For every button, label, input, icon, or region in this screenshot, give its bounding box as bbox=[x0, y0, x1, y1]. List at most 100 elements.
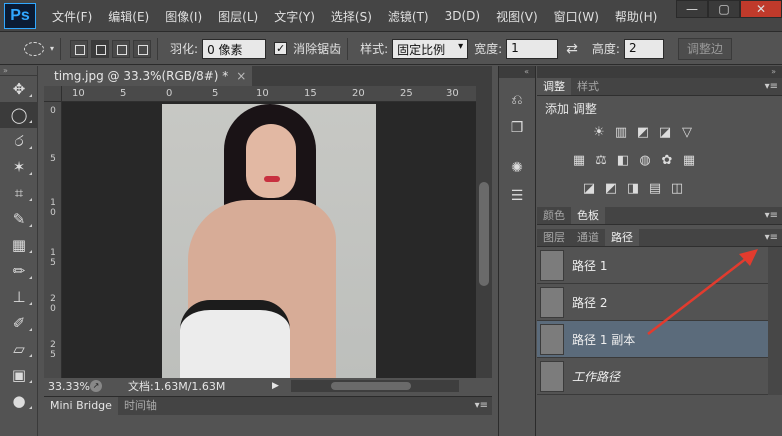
ruler-corner[interactable] bbox=[44, 86, 62, 102]
feather-input[interactable]: 0 像素 bbox=[202, 38, 267, 59]
panel-menu-icon[interactable]: ▾≡ bbox=[765, 210, 778, 221]
menu-filter[interactable]: 滤镜(T) bbox=[380, 8, 437, 25]
dock-grip[interactable]: « bbox=[499, 66, 535, 78]
horizontal-ruler[interactable]: 10 5 0 5 10 15 20 25 30 bbox=[62, 86, 476, 102]
posterize-icon[interactable]: ◩ bbox=[603, 181, 619, 197]
selective-color-icon[interactable]: ▤ bbox=[647, 181, 663, 197]
paths-scrollbar[interactable] bbox=[768, 247, 782, 395]
healing-brush-icon[interactable]: ▦ bbox=[0, 232, 38, 258]
path-item-work-path[interactable]: 工作路径 bbox=[537, 358, 782, 395]
brush-tool-icon[interactable]: ✏ bbox=[0, 258, 38, 284]
gradient-tool-icon[interactable]: ▣ bbox=[0, 362, 38, 388]
toolbox-grip[interactable]: » bbox=[0, 66, 37, 76]
antialias-checkbox[interactable]: ✓ bbox=[274, 42, 288, 55]
scrollbar-thumb[interactable] bbox=[479, 182, 489, 286]
menu-layer[interactable]: 图层(L) bbox=[210, 8, 266, 25]
brush-presets-icon[interactable]: ✺ bbox=[499, 154, 535, 182]
crop-tool-icon[interactable]: ⌗ bbox=[0, 180, 38, 206]
paths-panel-menu-icon[interactable]: ▾≡ bbox=[765, 232, 778, 243]
eyedropper-icon[interactable]: ✎ bbox=[0, 206, 38, 232]
threshold-icon[interactable]: ◨ bbox=[625, 181, 641, 197]
ellipse-marquee-icon[interactable] bbox=[24, 41, 44, 56]
clone-stamp-icon[interactable]: ⊥ bbox=[0, 284, 38, 310]
eraser-icon[interactable]: ▱ bbox=[0, 336, 38, 362]
status-bar: 33.33% ↗ 文档:1.63M/1.63M ▶ bbox=[44, 378, 492, 394]
gradient-map-icon[interactable]: ◫ bbox=[669, 181, 685, 197]
magic-wand-icon[interactable]: ✶ bbox=[0, 154, 38, 180]
tab-timeline[interactable]: 时间轴 bbox=[118, 397, 163, 415]
path-item-selected[interactable]: 路径 1 副本 bbox=[537, 321, 782, 358]
bottom-panel-tabs: Mini Bridge 时间轴 bbox=[44, 397, 492, 415]
refine-edge-button[interactable]: 调整边 bbox=[677, 37, 732, 60]
menu-type[interactable]: 文字(Y) bbox=[266, 8, 323, 25]
canvas-area[interactable] bbox=[62, 102, 476, 378]
tab-color[interactable]: 颜色 bbox=[537, 207, 571, 224]
menu-select[interactable]: 选择(S) bbox=[323, 8, 380, 25]
panel-menu-icon[interactable]: ▾≡ bbox=[475, 400, 488, 411]
menu-view[interactable]: 视图(V) bbox=[488, 8, 546, 25]
ellipse-marquee-tool-icon[interactable]: ◯ bbox=[0, 102, 38, 128]
close-button[interactable]: ✕ bbox=[740, 0, 782, 18]
menu-edit[interactable]: 编辑(E) bbox=[100, 8, 157, 25]
style-select[interactable]: 固定比例 bbox=[392, 38, 469, 59]
menu-window[interactable]: 窗口(W) bbox=[546, 8, 607, 25]
path-item[interactable]: 路径 2 bbox=[537, 284, 782, 321]
panel-collapse-strip[interactable]: » bbox=[537, 66, 782, 78]
channel-mixer-icon[interactable]: ✿ bbox=[659, 153, 675, 169]
tab-adjustments[interactable]: 调整 bbox=[537, 78, 571, 95]
tab-paths[interactable]: 路径 bbox=[605, 229, 639, 246]
status-menu-arrow-icon[interactable]: ▶ bbox=[272, 381, 279, 391]
path-name: 路径 1 副本 bbox=[572, 332, 636, 347]
path-thumbnail bbox=[540, 286, 564, 318]
panel-menu-icon[interactable]: ▾≡ bbox=[765, 81, 778, 92]
scrollbar-thumb[interactable] bbox=[330, 382, 411, 390]
path-name: 工作路径 bbox=[572, 369, 621, 384]
vibrance-icon[interactable]: ▽ bbox=[679, 125, 695, 141]
history-panel-icon[interactable]: ⎌ bbox=[499, 86, 535, 114]
black-white-icon[interactable]: ◧ bbox=[615, 153, 631, 169]
exposure-icon[interactable]: ◪ bbox=[657, 125, 673, 141]
subtract-selection-button[interactable] bbox=[112, 39, 131, 58]
add-to-selection-button[interactable] bbox=[91, 39, 110, 58]
color-balance-icon[interactable]: ⚖ bbox=[593, 153, 609, 169]
vertical-ruler[interactable]: 0 5 1 0 1 5 2 0 2 5 bbox=[44, 102, 62, 378]
zoom-level[interactable]: 33.33% bbox=[44, 380, 90, 393]
menu-file[interactable]: 文件(F) bbox=[44, 8, 100, 25]
brightness-contrast-icon[interactable]: ☀ bbox=[591, 125, 607, 141]
intersect-selection-button[interactable] bbox=[133, 39, 152, 58]
hue-saturation-icon[interactable]: ▦ bbox=[571, 153, 587, 169]
portrait-photo[interactable] bbox=[162, 104, 376, 378]
path-item[interactable]: 路径 1 bbox=[537, 247, 782, 284]
menu-image[interactable]: 图像(I) bbox=[157, 8, 210, 25]
lasso-tool-icon[interactable]: ර bbox=[0, 128, 38, 154]
tab-channels[interactable]: 通道 bbox=[571, 229, 605, 246]
invert-icon[interactable]: ◪ bbox=[581, 181, 597, 197]
history-brush-icon[interactable]: ✐ bbox=[0, 310, 38, 336]
properties-panel-icon[interactable]: ☰ bbox=[499, 182, 535, 210]
curves-icon[interactable]: ◩ bbox=[635, 125, 651, 141]
color-lookup-icon[interactable]: ▦ bbox=[681, 153, 697, 169]
width-input[interactable]: 1 bbox=[506, 38, 559, 59]
canvas-vertical-scrollbar[interactable] bbox=[476, 86, 492, 378]
swap-icon[interactable]: ⇄ bbox=[566, 41, 578, 57]
tab-layers[interactable]: 图层 bbox=[537, 229, 571, 246]
minimize-button[interactable]: — bbox=[676, 0, 708, 18]
document-tab[interactable]: timg.jpg @ 33.3%(RGB/8#) * × bbox=[44, 66, 253, 86]
tab-styles[interactable]: 样式 bbox=[571, 78, 605, 95]
menu-3d[interactable]: 3D(D) bbox=[437, 9, 488, 23]
tab-mini-bridge[interactable]: Mini Bridge bbox=[44, 397, 118, 415]
move-tool-icon[interactable]: ✥ bbox=[0, 76, 38, 102]
levels-icon[interactable]: ▥ bbox=[613, 125, 629, 141]
maximize-button[interactable]: ▢ bbox=[708, 0, 740, 18]
new-selection-button[interactable] bbox=[70, 39, 89, 58]
photo-filter-icon[interactable]: ◍ bbox=[637, 153, 653, 169]
height-input[interactable]: 2 bbox=[623, 38, 664, 59]
tool-preset-caret-icon[interactable]: ▾ bbox=[50, 44, 54, 53]
menu-help[interactable]: 帮助(H) bbox=[607, 8, 665, 25]
tab-swatches[interactable]: 色板 bbox=[571, 207, 605, 224]
3d-panel-icon[interactable]: ❒ bbox=[499, 114, 535, 142]
close-tab-icon[interactable]: × bbox=[236, 66, 246, 86]
blur-tool-icon[interactable]: ● bbox=[0, 388, 38, 414]
status-share-icon[interactable]: ↗ bbox=[90, 380, 102, 392]
canvas-horizontal-scrollbar[interactable] bbox=[290, 380, 459, 392]
